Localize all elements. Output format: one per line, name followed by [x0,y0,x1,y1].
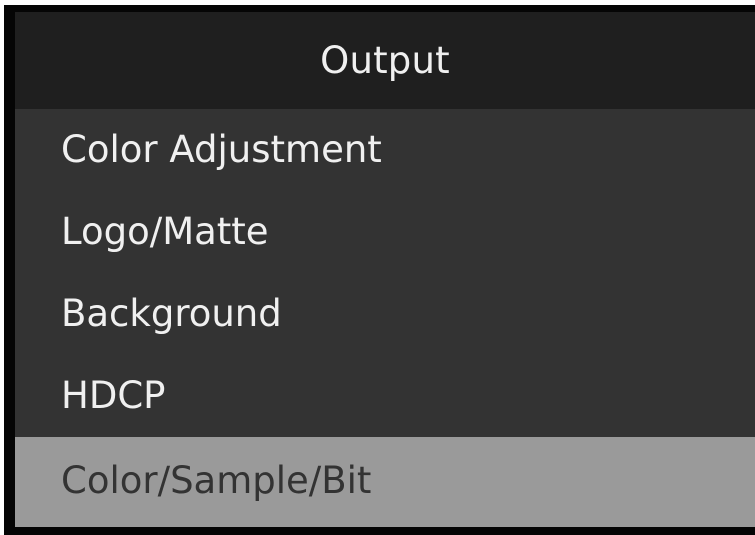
menu-title: Output [15,12,755,109]
output-menu: Output Color Adjustment Logo/Matte Backg… [15,12,755,527]
menu-item-color-sample-bit[interactable]: Color/Sample/Bit [15,437,755,527]
menu-item-logo-matte[interactable]: Logo/Matte [15,191,755,273]
menu-item-color-adjustment[interactable]: Color Adjustment [15,109,755,191]
menu-item-background[interactable]: Background [15,273,755,355]
menu-item-hdcp[interactable]: HDCP [15,355,755,437]
menu-list: Color Adjustment Logo/Matte Background H… [15,109,755,527]
